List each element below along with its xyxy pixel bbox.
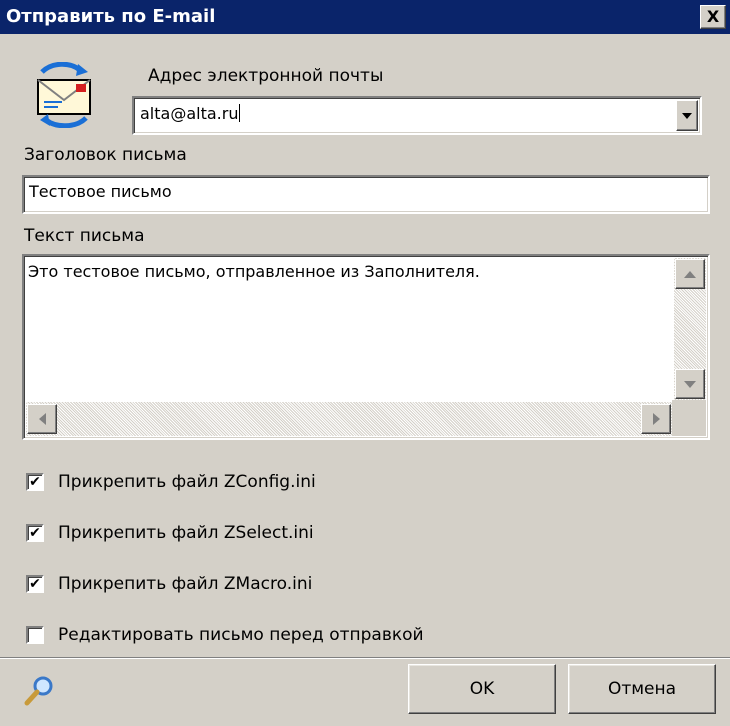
scrollbar-corner bbox=[672, 400, 706, 436]
attach-zselect-checkbox[interactable]: ✔ Прикрепить файл ZSelect.ini bbox=[26, 522, 314, 544]
check-icon: ✔ bbox=[29, 576, 41, 592]
window-title: Отправить по E-mail bbox=[6, 6, 216, 27]
body-text[interactable]: Это тестовое письмо, отправленное из Зап… bbox=[28, 262, 480, 281]
attach-zconfig-checkbox[interactable]: ✔ Прикрепить файл ZConfig.ini bbox=[26, 471, 316, 493]
checkbox-box[interactable]: ✔ bbox=[26, 575, 44, 593]
checkbox-box[interactable] bbox=[26, 626, 44, 644]
scroll-down-button[interactable] bbox=[675, 369, 705, 399]
cancel-button-label: Отмена bbox=[607, 679, 677, 699]
body-label: Текст письма bbox=[24, 226, 145, 246]
scroll-up-button[interactable] bbox=[675, 259, 705, 289]
arrow-right-icon bbox=[652, 413, 660, 425]
checkbox-label: Прикрепить файл ZSelect.ini bbox=[58, 523, 314, 543]
check-icon: ✔ bbox=[29, 474, 41, 490]
ok-button-label: OK bbox=[469, 679, 495, 699]
scroll-right-button[interactable] bbox=[641, 404, 671, 434]
cancel-button[interactable]: Отмена bbox=[568, 664, 716, 714]
vertical-scrollbar[interactable] bbox=[674, 258, 706, 400]
checkbox-box[interactable]: ✔ bbox=[26, 473, 44, 491]
checkbox-label: Редактировать письмо перед отправкой bbox=[58, 625, 424, 645]
arrow-left-icon bbox=[38, 413, 46, 425]
close-button[interactable]: X bbox=[700, 5, 726, 29]
attach-zmacro-checkbox[interactable]: ✔ Прикрепить файл ZMacro.ini bbox=[26, 573, 312, 595]
arrow-up-icon bbox=[684, 270, 696, 278]
close-icon: X bbox=[706, 7, 720, 26]
edit-before-send-checkbox[interactable]: Редактировать письмо перед отправкой bbox=[26, 624, 424, 646]
scroll-left-button[interactable] bbox=[27, 404, 57, 434]
checkbox-label: Прикрепить файл ZMacro.ini bbox=[58, 574, 313, 594]
checkbox-box[interactable]: ✔ bbox=[26, 524, 44, 542]
title-bar[interactable]: Отправить по E-mail X bbox=[0, 0, 730, 34]
body-textarea[interactable]: Это тестовое письмо, отправленное из Зап… bbox=[22, 254, 710, 440]
address-dropdown-button[interactable] bbox=[676, 100, 698, 131]
subject-field[interactable]: Тестовое письмо bbox=[22, 175, 710, 214]
subject-input[interactable]: Тестовое письмо bbox=[29, 182, 172, 201]
address-input[interactable]: alta@alta.ru bbox=[140, 104, 238, 123]
checkbox-label: Прикрепить файл ZConfig.ini bbox=[58, 472, 316, 492]
check-icon: ✔ bbox=[29, 525, 41, 541]
address-label: Адрес электронной почты bbox=[148, 66, 384, 86]
horizontal-scrollbar[interactable] bbox=[26, 402, 672, 436]
chevron-down-icon bbox=[682, 112, 692, 119]
magnifier-icon[interactable] bbox=[22, 674, 56, 708]
subject-label: Заголовок письма bbox=[24, 145, 187, 165]
envelope-mail-icon bbox=[28, 61, 100, 129]
address-combobox[interactable]: alta@alta.ru bbox=[132, 96, 702, 135]
text-caret bbox=[239, 104, 241, 122]
footer-separator bbox=[0, 657, 730, 659]
ok-button[interactable]: OK bbox=[408, 664, 556, 714]
arrow-down-icon bbox=[684, 380, 696, 388]
